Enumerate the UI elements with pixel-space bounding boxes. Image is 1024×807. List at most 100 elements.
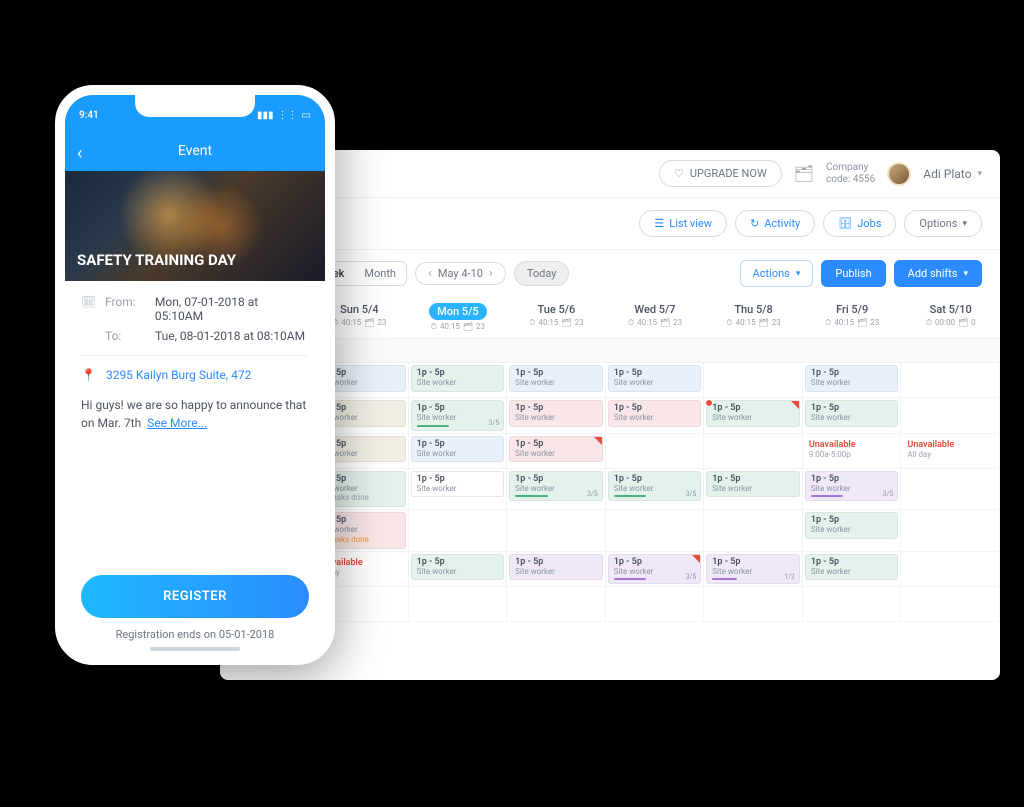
cell[interactable] xyxy=(409,510,508,551)
cell[interactable] xyxy=(901,363,1000,398)
cell[interactable]: 1p - 5pSite worker3/5 xyxy=(409,398,508,434)
phone-notch xyxy=(135,95,255,117)
date-range-label: May 4-10 xyxy=(438,267,483,280)
to-value: Tue, 08-01-2018 at 08:10AM xyxy=(155,329,305,343)
to-label: To: xyxy=(105,329,145,343)
chevron-down-icon: ▾ xyxy=(977,169,982,179)
list-view-button[interactable]: ☰List view xyxy=(639,210,727,237)
toggle-month[interactable]: Month xyxy=(354,262,406,285)
address-link[interactable]: 📍 3295 Kailyn Burg Suite, 472 xyxy=(81,368,309,382)
cell[interactable] xyxy=(606,587,705,622)
phone-frame: 9:41 ▮▮▮ ⋮⋮ ▭ ‹ Event SAFETY TRAINING DA… xyxy=(55,85,335,665)
nav-title: Event xyxy=(178,143,212,159)
col-header: Wed 5/7⏱40:15🗂23 xyxy=(606,297,705,339)
register-button[interactable]: REGISTER xyxy=(81,575,309,618)
chevron-down-icon: ▾ xyxy=(963,269,968,279)
jobs-button[interactable]: 🗄Jobs xyxy=(823,210,896,237)
cell[interactable]: 1p - 5pSite worker xyxy=(409,434,508,469)
cell[interactable]: 1p - 5pSite worker xyxy=(409,552,508,588)
cell[interactable]: 1p - 5pSite worker xyxy=(803,363,902,398)
col-header: Mon 5/5⏱40:15🗂23 xyxy=(409,297,508,339)
cell[interactable] xyxy=(507,587,606,622)
chevron-down-icon: ▾ xyxy=(796,269,801,279)
user-menu[interactable]: Adi Plato ▾ xyxy=(923,167,982,181)
cell[interactable] xyxy=(901,552,1000,588)
cell[interactable]: 1p - 5pSite worker xyxy=(409,469,508,510)
cell[interactable]: UnavailableAll day xyxy=(901,434,1000,469)
cell[interactable]: 1p - 5pSite worker3/5 xyxy=(507,469,606,510)
cell[interactable]: 1p - 5pSite worker xyxy=(507,398,606,434)
status-time: 9:41 xyxy=(79,110,99,121)
cell[interactable] xyxy=(606,510,705,551)
cell[interactable]: 1p - 5pSite worker1/2 xyxy=(704,552,803,588)
wifi-icon: ⋮⋮ xyxy=(278,110,298,121)
cell[interactable] xyxy=(606,434,705,469)
options-button[interactable]: Options▾ xyxy=(904,210,982,237)
cell[interactable]: 1p - 5pSite worker xyxy=(507,434,606,469)
pin-icon: 📍 xyxy=(81,368,96,382)
section-shifts-label: shifts xyxy=(220,339,1000,363)
cell[interactable]: 1p - 5pSite worker xyxy=(606,398,705,434)
cell[interactable]: 1p - 5pSite worker xyxy=(704,469,803,510)
today-button[interactable]: Today xyxy=(514,261,570,286)
cell[interactable] xyxy=(704,510,803,551)
home-indicator xyxy=(150,647,240,651)
hero-title: SAFETY TRAINING DAY xyxy=(77,251,236,269)
header: Schedule ☰List view ↻Activity 🗄Jobs Opti… xyxy=(220,198,1000,250)
from-label: From: xyxy=(105,295,145,323)
next-arrow-icon[interactable]: › xyxy=(487,266,495,281)
cell[interactable] xyxy=(507,510,606,551)
heart-icon: ♡ xyxy=(674,167,684,180)
cell[interactable]: Unavailable9:00a-5:00p xyxy=(803,434,902,469)
cell[interactable] xyxy=(803,587,902,622)
cart-icon[interactable]: 🗂 xyxy=(794,164,814,183)
list-icon: ☰ xyxy=(654,217,664,230)
registration-note: Registration ends on 05-01-2018 xyxy=(81,628,309,641)
col-header: Tue 5/6⏱40:15🗂23 xyxy=(507,297,606,339)
cell[interactable]: 1p - 5pSite worker xyxy=(704,398,803,434)
cell[interactable]: 1p - 5pSite worker xyxy=(507,363,606,398)
top-bar: ♡ UPGRADE NOW 🗂 Company code: 4556 Adi P… xyxy=(220,150,1000,198)
schedule-grid: by employees ▾ Sun 5/4⏱40:15🗂23 Mon 5/5⏱… xyxy=(220,297,1000,622)
chevron-down-icon: ▾ xyxy=(962,219,967,229)
event-body: 🗓 From: Mon, 07-01-2018 at 05:10AM To: T… xyxy=(65,281,325,446)
upgrade-button[interactable]: ♡ UPGRADE NOW xyxy=(659,160,782,187)
cell[interactable]: 1p - 5pSite worker xyxy=(803,552,902,588)
see-more-link[interactable]: See More... xyxy=(147,416,207,430)
cell[interactable]: 1p - 5pSite worker3/5 xyxy=(803,469,902,510)
actions-button[interactable]: Actions▾ xyxy=(740,260,814,287)
cell[interactable]: 1p - 5pSite worker xyxy=(803,398,902,434)
col-header: Fri 5/9⏱40:15🗂23 xyxy=(803,297,902,339)
cell[interactable] xyxy=(409,587,508,622)
cell[interactable]: 1p - 5pSite worker xyxy=(507,552,606,588)
nav-bar: ‹ Event xyxy=(65,135,325,171)
cell[interactable] xyxy=(901,469,1000,510)
cell[interactable] xyxy=(901,398,1000,434)
date-range-nav[interactable]: ‹ May 4-10 › xyxy=(415,262,506,285)
back-button[interactable]: ‹ xyxy=(77,143,82,164)
unavailable-block: UnavailableAll day xyxy=(903,436,997,463)
activity-button[interactable]: ↻Activity xyxy=(735,210,815,237)
add-shifts-button[interactable]: Add shifts▾ xyxy=(894,260,982,287)
cell[interactable]: 1p - 5pSite worker3/5 xyxy=(606,469,705,510)
battery-icon: ▭ xyxy=(302,110,311,121)
cell[interactable]: 1p - 5pSite worker xyxy=(606,363,705,398)
history-icon: ↻ xyxy=(750,217,759,230)
cell[interactable]: 1p - 5pSite worker xyxy=(803,510,902,551)
cell[interactable] xyxy=(704,434,803,469)
publish-button[interactable]: Publish xyxy=(821,260,885,287)
prev-arrow-icon[interactable]: ‹ xyxy=(426,266,434,281)
toolbar: Day Week Month ‹ May 4-10 › Today Action… xyxy=(220,250,1000,297)
cell[interactable]: 1p - 5pSite worker xyxy=(409,363,508,398)
calendar-icon: 🗓 xyxy=(81,295,95,323)
signal-icon: ▮▮▮ xyxy=(257,110,274,121)
cell[interactable] xyxy=(704,363,803,398)
cell[interactable] xyxy=(901,587,1000,622)
schedule-app: ♡ UPGRADE NOW 🗂 Company code: 4556 Adi P… xyxy=(220,150,1000,680)
cell[interactable]: 1p - 5pSite worker3/5 xyxy=(606,552,705,588)
cell[interactable] xyxy=(704,587,803,622)
avatar[interactable] xyxy=(887,162,911,186)
hero-image: SAFETY TRAINING DAY xyxy=(65,171,325,281)
cell[interactable] xyxy=(901,510,1000,551)
company-code: Company code: 4556 xyxy=(826,162,875,186)
